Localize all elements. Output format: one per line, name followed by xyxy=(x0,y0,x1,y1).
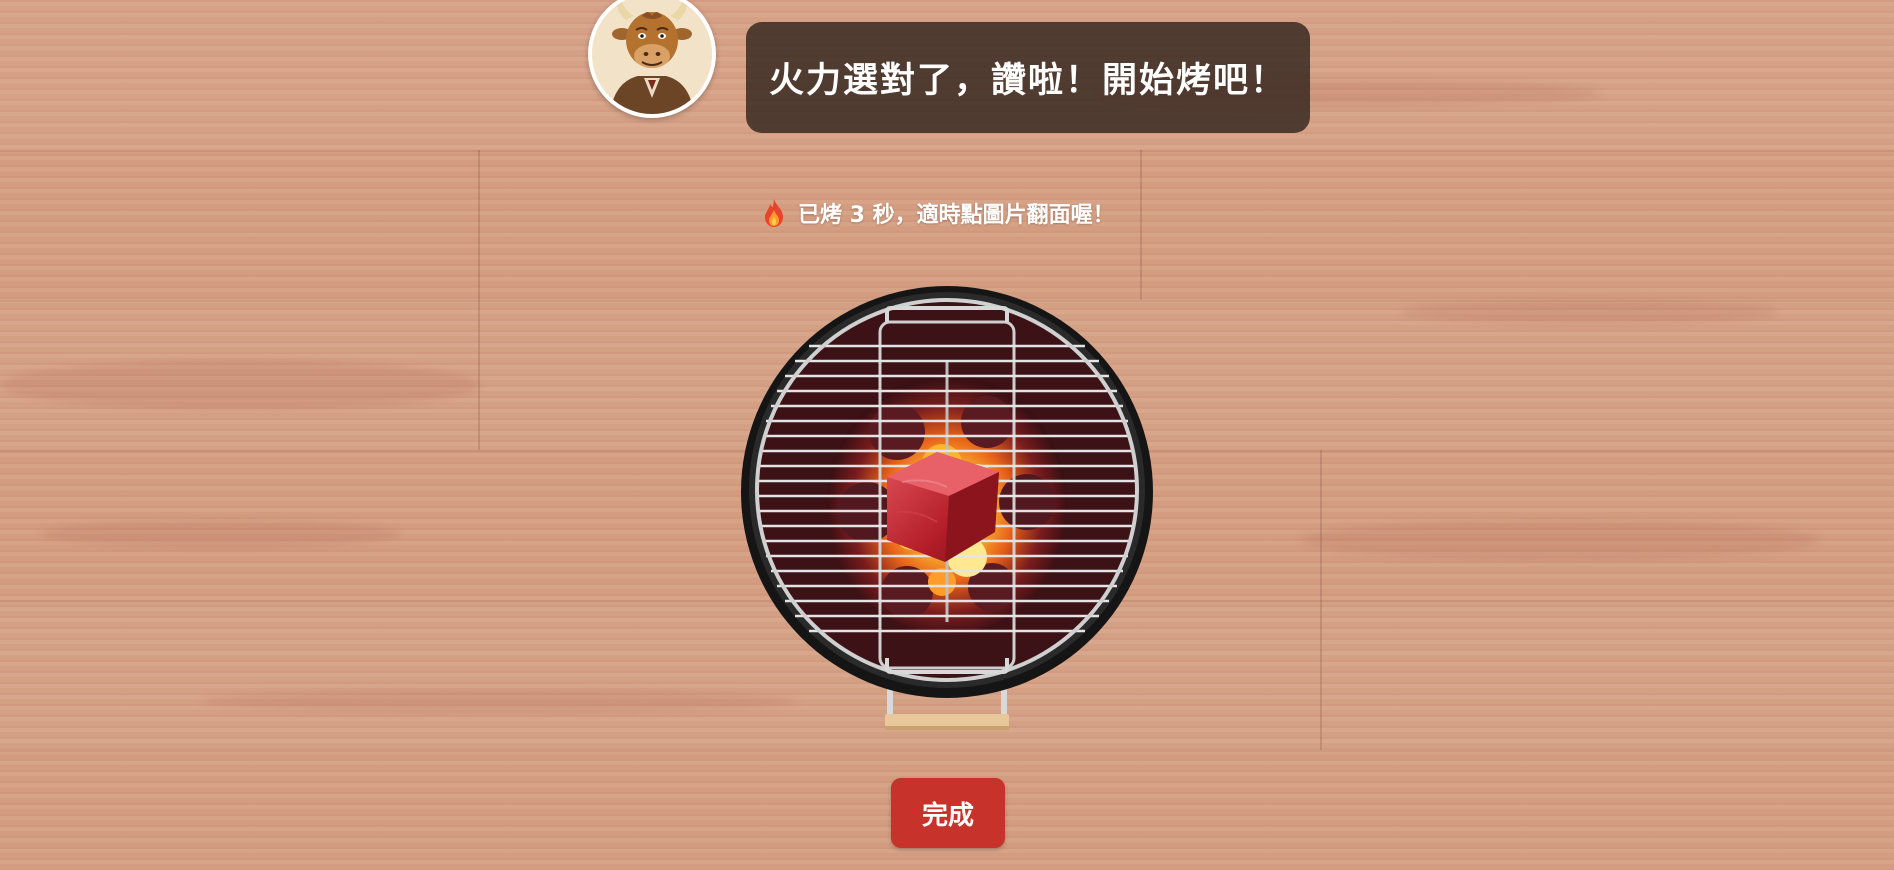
dialog-message: 火力選對了，讚啦！開始烤吧！ xyxy=(768,61,1287,101)
done-button[interactable]: 完成 xyxy=(891,778,1005,848)
wood-grain xyxy=(40,520,400,548)
plank-seam xyxy=(1140,150,1142,300)
plank-seam xyxy=(1320,450,1322,750)
bull-chef-icon xyxy=(592,0,712,114)
grilling-status: 已烤 3 秒，適時點圖片翻面喔！ xyxy=(762,196,1115,230)
plank-seam xyxy=(478,150,480,450)
speech-bubble: 火力選對了，讚啦！開始烤吧！ xyxy=(746,22,1310,133)
grill-flip-target[interactable] xyxy=(737,282,1157,742)
status-text: 已烤 3 秒，適時點圖片翻面喔！ xyxy=(798,203,1115,228)
wood-grain xyxy=(0,360,480,410)
wood-grain xyxy=(1400,300,1780,324)
bull-chef-avatar xyxy=(588,0,716,118)
charcoal-grill-icon[interactable] xyxy=(737,282,1157,742)
fire-icon xyxy=(765,199,783,227)
wood-grain xyxy=(200,690,800,712)
wood-grain xyxy=(1300,520,1820,560)
